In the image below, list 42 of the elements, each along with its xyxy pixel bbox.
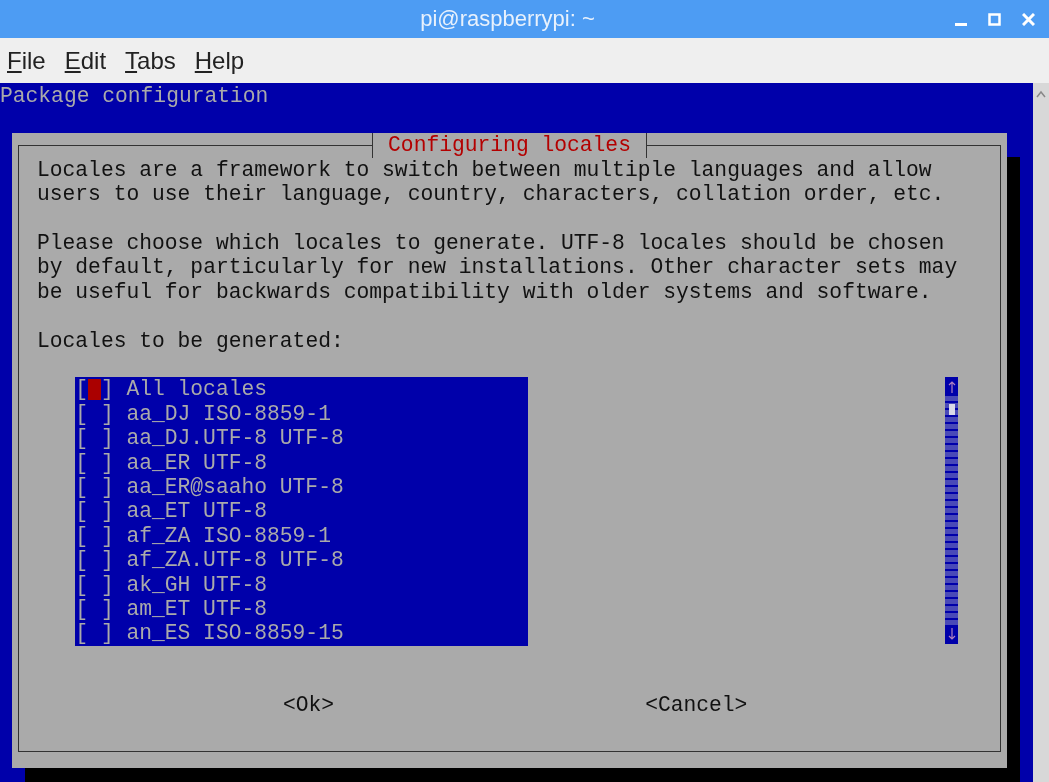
- locale-option[interactable]: af_ZA ISO-8859-1: [126, 523, 331, 549]
- locale-option[interactable]: an_ES ISO-8859-15: [126, 621, 344, 646]
- locale-option[interactable]: aa_ET UTF-8: [126, 499, 268, 524]
- dialog-title: Configuring locales: [372, 133, 647, 158]
- menu-item[interactable]: Tabs: [125, 46, 183, 75]
- maximize-icon[interactable]: [988, 12, 1001, 26]
- locale-option[interactable]: All locales: [126, 377, 268, 402]
- locale-option[interactable]: aa_ER@saaho UTF-8: [126, 474, 344, 500]
- up-arrow-icon[interactable]: [947, 381, 956, 394]
- menu-item[interactable]: Edit: [64, 46, 114, 75]
- menu-item[interactable]: File: [7, 46, 53, 75]
- checkbox[interactable]: [ ]: [75, 523, 114, 549]
- close-icon[interactable]: [1022, 12, 1035, 26]
- window-title: pi@raspberrypi: ~: [419, 6, 596, 32]
- scroll-thumb[interactable]: [948, 404, 955, 416]
- locale-option[interactable]: aa_DJ.UTF-8 UTF-8: [126, 426, 344, 451]
- checkbox[interactable]: [ ]: [75, 621, 114, 646]
- menu-item[interactable]: Help: [194, 46, 252, 75]
- terminal-header: Package configuration: [0, 83, 270, 109]
- checkbox[interactable]: [ ]: [75, 426, 114, 451]
- terminal-scrollbar[interactable]: [1033, 83, 1049, 782]
- checkbox[interactable]: [ ]: [75, 596, 114, 622]
- locale-option[interactable]: aa_DJ ISO-8859-1: [126, 401, 331, 427]
- checkbox[interactable]: [ ]: [75, 377, 114, 402]
- checkbox[interactable]: [ ]: [75, 474, 114, 500]
- checkbox[interactable]: [ ]: [75, 572, 114, 597]
- checkbox[interactable]: [ ]: [75, 401, 114, 427]
- locale-option[interactable]: af_ZA.UTF-8 UTF-8: [126, 548, 344, 573]
- locale-option[interactable]: am_ET UTF-8: [126, 596, 268, 622]
- description-text: Please choose which locales to generate. UTF-8 locales should be chosen by default, particularly for new installations. Other character sets may be useful for backwards compatibility with older systems and software.: [37, 231, 959, 305]
- checkbox[interactable]: [ ]: [75, 450, 114, 475]
- list-scrollbar[interactable]: [945, 377, 958, 645]
- locale-option[interactable]: ak_GH UTF-8: [126, 572, 268, 597]
- description-text: Locales are a framework to switch between multiple languages and allow users to use their language, country, characters, collation order, etc.: [37, 157, 946, 207]
- locale-list[interactable]: [75, 377, 529, 646]
- dialog-button[interactable]: <Cancel>: [645, 692, 748, 718]
- down-arrow-icon[interactable]: [947, 628, 956, 641]
- checkbox[interactable]: [ ]: [75, 548, 114, 573]
- dialog-button[interactable]: <Ok>: [283, 692, 335, 718]
- list-label: Locales to be generated:: [37, 328, 345, 353]
- checkbox[interactable]: [ ]: [75, 499, 114, 524]
- locale-option[interactable]: aa_ER UTF-8: [126, 450, 268, 475]
